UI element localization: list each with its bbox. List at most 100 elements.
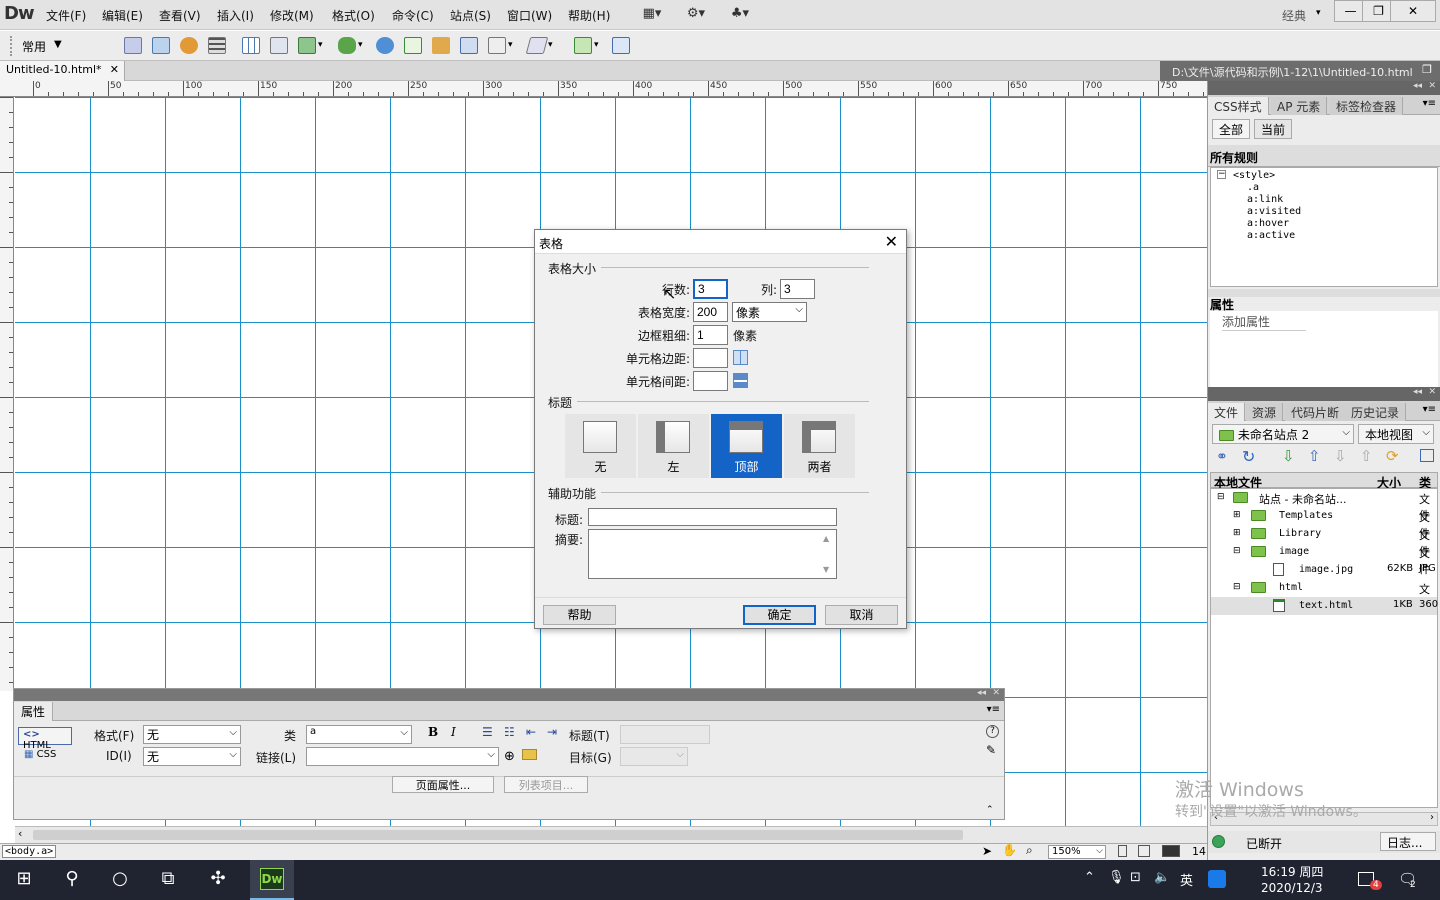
format-select[interactable]: 无 ⌵ [143, 725, 241, 744]
file-row[interactable]: ⊟ image 文件 [1211, 543, 1437, 576]
collapse-icon[interactable]: ⊟ [1233, 582, 1241, 592]
file-row[interactable]: ⊟ 站点 - 未命名站... 文件 [1211, 489, 1437, 522]
list-item-button[interactable]: 列表项目... [504, 776, 588, 793]
width-unit-select[interactable]: 像素 ⌵ [732, 302, 807, 322]
add-property-link[interactable]: 添加属性 [1222, 313, 1306, 331]
collapse-icon[interactable]: ⊟ [1233, 546, 1241, 556]
collapse-icon[interactable]: ◂◂ [1413, 81, 1422, 91]
site-select[interactable]: 未命名站点 2 ⌵ [1212, 424, 1354, 444]
chevron-down-icon[interactable]: ▾ [594, 40, 599, 50]
collapse-icon[interactable]: ◂◂ [1413, 387, 1422, 397]
phone-size-icon[interactable] [1118, 845, 1127, 857]
expand-icon[interactable]: ⊞ [1233, 510, 1241, 520]
workspace-switcher[interactable]: 经典 [1282, 7, 1306, 24]
app-pinwheel-icon[interactable]: ✣ [204, 868, 232, 892]
tag-selector[interactable]: <body.a> [2, 845, 57, 858]
collapse-icon[interactable]: − [1217, 170, 1226, 179]
scroll-thumb[interactable] [33, 830, 963, 840]
ime-indicator[interactable]: 英 [1180, 870, 1193, 889]
border-input[interactable] [693, 325, 728, 345]
zoom-icon[interactable]: ⌕ [1026, 843, 1033, 858]
restore-icon[interactable]: ❐ [1422, 63, 1432, 76]
menu-window[interactable]: 窗口(W) [507, 7, 552, 24]
help-icon[interactable]: ? [986, 725, 999, 738]
class-select[interactable]: a ⌵ [306, 725, 412, 744]
properties-title[interactable]: 属性 [14, 702, 54, 721]
widget-icon[interactable] [376, 37, 394, 54]
zoom-select[interactable]: 150% ⌵ [1048, 845, 1106, 859]
scroll-down-icon[interactable]: ▼ [823, 565, 829, 574]
checkout-icon[interactable]: ⇩ [1334, 447, 1347, 465]
header-option-both[interactable]: 两者 [784, 414, 855, 478]
css-mode-button[interactable]: ▦ CSS [24, 749, 56, 760]
select-tool-icon[interactable]: ➤ [982, 844, 992, 858]
panel-menu-icon[interactable]: ▾≡ [1423, 98, 1436, 109]
clock-time[interactable]: 16:19 周四 [1261, 863, 1323, 880]
ordered-list-icon[interactable]: ☷ [504, 725, 515, 739]
header-option-left[interactable]: 左 [638, 414, 709, 478]
clock-date[interactable]: 2020/12/3 [1261, 881, 1323, 895]
menu-modify[interactable]: 修改(M) [270, 7, 314, 24]
help-button[interactable]: 帮助 [543, 605, 616, 625]
chevron-down-icon[interactable]: ▼ [54, 39, 62, 50]
rule-item[interactable]: .a [1247, 182, 1259, 193]
scroll-right-icon[interactable]: › [1430, 812, 1434, 823]
toolbar-grip[interactable] [10, 36, 18, 56]
tab-files[interactable]: 文件 [1208, 403, 1246, 421]
edit-icon[interactable]: ✎ [986, 743, 996, 757]
qq-icon[interactable] [1208, 870, 1226, 888]
get-files-icon[interactable]: ⇩ [1282, 447, 1295, 465]
padding-input[interactable] [693, 348, 728, 368]
hand-tool-icon[interactable]: ✋ [1002, 843, 1017, 857]
caption-input[interactable] [588, 508, 837, 526]
tab-assets[interactable]: 资源 [1246, 403, 1284, 421]
bold-button[interactable]: B [428, 725, 438, 739]
expand-icon[interactable]: ⊞ [1233, 528, 1241, 538]
connect-icon[interactable]: ⚭ [1216, 449, 1228, 465]
close-icon[interactable]: ✕ [1428, 81, 1436, 91]
document-tab[interactable]: Untitled-10.html* ✕ [0, 61, 125, 81]
rows-input[interactable] [693, 279, 728, 299]
site-icon[interactable]: ♣▾ [728, 6, 752, 24]
date-icon[interactable] [404, 37, 422, 54]
email-link-icon[interactable] [152, 37, 170, 54]
file-row[interactable]: ⊞ Templates 文件 [1211, 507, 1437, 540]
title-input[interactable] [620, 725, 710, 744]
tablet-size-icon[interactable] [1138, 845, 1150, 857]
panel-menu-icon[interactable]: ▾≡ [987, 704, 1000, 715]
image-icon[interactable] [298, 37, 316, 54]
mode-current-button[interactable]: 当前 [1254, 119, 1293, 139]
server-include-icon[interactable] [432, 37, 450, 54]
close-button[interactable]: ✕ [1390, 0, 1436, 22]
media-icon[interactable] [338, 37, 356, 54]
div-icon[interactable] [270, 37, 288, 54]
rule-item[interactable]: a:visited [1247, 206, 1301, 217]
header-option-top[interactable]: 顶部 [711, 414, 782, 478]
point-to-file-icon[interactable]: ⊕ [504, 749, 515, 764]
outdent-icon[interactable]: ⇤ [526, 725, 536, 739]
close-icon[interactable]: ✕ [992, 688, 1000, 698]
header-option-none[interactable]: 无 [565, 414, 636, 478]
width-input[interactable] [693, 302, 728, 322]
collapse-up-icon[interactable]: ⌃ [986, 805, 994, 815]
menu-insert[interactable]: 插入(I) [217, 7, 254, 24]
rule-item[interactable]: a:link [1247, 194, 1283, 205]
file-row[interactable]: ⊞ Library 文件 [1211, 525, 1437, 558]
ok-button[interactable]: 确定 [743, 605, 816, 625]
tab-ap-elements[interactable]: AP 元素 [1271, 97, 1328, 115]
page-properties-button[interactable]: 页面属性... [392, 776, 494, 793]
html-mode-button[interactable]: <> HTML [18, 727, 72, 751]
scroll-left-icon[interactable]: ‹ [18, 827, 22, 840]
italic-button[interactable]: I [451, 725, 456, 739]
tray-expand-icon[interactable]: ⌃ [1084, 870, 1095, 885]
design-hscroll[interactable]: ‹ [15, 826, 1207, 843]
put-files-icon[interactable]: ⇧ [1308, 447, 1321, 465]
search-icon[interactable]: ⚲ [58, 868, 86, 892]
collapse-icon[interactable]: ◂◂ [977, 688, 986, 698]
tab-tag-inspector[interactable]: 标签检查器 [1330, 97, 1404, 115]
templates-icon[interactable] [574, 37, 592, 54]
hr-icon[interactable] [208, 37, 226, 54]
hyperlink-icon[interactable] [124, 37, 142, 54]
link-input[interactable]: ⌵ [306, 747, 499, 766]
menu-view[interactable]: 查看(V) [159, 7, 201, 24]
